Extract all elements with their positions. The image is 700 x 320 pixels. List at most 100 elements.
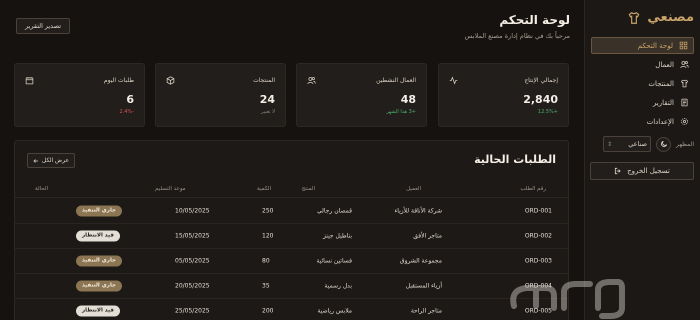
- sidebar-item-products[interactable]: المنتجات: [591, 75, 694, 92]
- stat-label: المنتجات: [253, 77, 275, 84]
- box-icon: [166, 76, 175, 85]
- status-cell: جاري التنفيذ: [76, 255, 122, 267]
- haraj-watermark-logo: [510, 279, 625, 319]
- logout-label: تسجيل الخروج: [627, 167, 670, 175]
- appearance-label: المظهر: [676, 140, 694, 148]
- sidebar-item-label: الإعدادات: [646, 117, 674, 126]
- order-id-cell: ORD-003: [524, 257, 552, 265]
- status-cell: قيد الانتظار: [76, 305, 120, 317]
- table-row[interactable]: ORD-002 متاجر الأفق بناطيل جينز 120 15/05/20…: [15, 224, 568, 249]
- page-subtitle: مرحباً بك في نظام إدارة مصنع الملابس: [464, 32, 571, 40]
- page-title: لوحة التحكم: [499, 13, 570, 27]
- arrow-left-icon: [33, 158, 38, 163]
- stat-value: 48: [400, 93, 416, 106]
- product-cell: قمصان رجالي: [317, 207, 352, 215]
- stat-note: لا تغيير: [260, 109, 275, 115]
- column-header-delivery-date: موعد التسليم: [155, 186, 186, 192]
- orders-title: الطلبات الحالية: [474, 153, 556, 166]
- sidebar-item-label: التقارير: [652, 98, 674, 107]
- column-header-customer: العميل: [406, 186, 421, 192]
- customer-cell: متاجر الأفق: [413, 232, 442, 240]
- sidebar-item-workers[interactable]: العمال: [591, 56, 694, 73]
- shirt-icon: [681, 79, 688, 88]
- product-cell: بدل رسمية: [324, 282, 352, 290]
- status-badge: جاري التنفيذ: [76, 280, 122, 292]
- column-header-product: المنتج: [301, 186, 315, 192]
- order-id-cell: ORD-001: [524, 207, 552, 215]
- stat-value: 6: [126, 93, 134, 106]
- users-icon: [307, 77, 316, 84]
- theme-toggle[interactable]: [656, 136, 672, 152]
- delivery-date-cell: 05/05/2025: [175, 257, 210, 265]
- product-cell: بناطيل جينز: [323, 232, 352, 240]
- quantity-cell: 200: [262, 307, 274, 315]
- column-header-quantity: الكمية: [257, 186, 272, 192]
- stat-card-total-production: إجمالي الإنتاج 2,840 +12.5%: [438, 63, 569, 127]
- stat-card-products: المنتجات 24 لا تغيير: [155, 63, 286, 127]
- customer-cell: مجموعة الشروق: [399, 257, 442, 265]
- reports-icon: [681, 98, 688, 107]
- stat-note: -2.4%: [119, 109, 134, 115]
- customer-cell: متاجر الراحة: [410, 307, 442, 315]
- quantity-cell: 80: [262, 257, 270, 265]
- customer-cell: شركة الأناقة للأزياء: [394, 207, 442, 215]
- table-row[interactable]: ORD-003 مجموعة الشروق فساتين نسائية 80 05/05…: [15, 249, 568, 274]
- view-all-label: عرض الكل: [41, 158, 70, 164]
- column-header-status: الحالة: [35, 186, 49, 192]
- orders-table-header: رقم الطلب العميل المنتج الكمية موعد التس…: [15, 186, 568, 198]
- shirt-icon: [628, 11, 640, 24]
- quantity-cell: 120: [262, 232, 274, 240]
- stat-value: 24: [259, 93, 275, 106]
- stat-note: +12.5%: [537, 109, 558, 115]
- sidebar-item-label: العمال: [655, 60, 674, 69]
- order-id-cell: ORD-002: [524, 232, 552, 240]
- product-cell: ملابس رياضية: [317, 307, 352, 315]
- delivery-date-cell: 15/05/2025: [175, 232, 210, 240]
- sidebar-item-reports[interactable]: التقارير: [591, 94, 694, 111]
- sidebar-item-dashboard[interactable]: لوحة التحكم: [591, 37, 694, 54]
- logout-button[interactable]: تسجيل الخروج: [590, 162, 694, 180]
- sidebar-item-label: المنتجات: [648, 79, 674, 88]
- table-row[interactable]: ORD-005 متاجر الراحة ملابس رياضية 200 25/05/…: [15, 299, 568, 320]
- chevron-updown-icon: ⇕: [607, 140, 613, 148]
- sidebar-item-label: لوحة التحكم: [637, 41, 673, 50]
- stat-label: إجمالي الإنتاج: [524, 77, 558, 84]
- delivery-date-cell: 10/05/2025: [175, 207, 210, 215]
- delivery-date-cell: 25/05/2025: [175, 307, 210, 315]
- stat-label: العمال النشطين: [376, 77, 416, 84]
- logout-icon: [615, 167, 621, 175]
- status-cell: قيد الانتظار: [76, 230, 120, 242]
- table-row[interactable]: ORD-001 شركة الأناقة للأزياء قمصان رجالي 25…: [15, 199, 568, 224]
- status-cell: جاري التنفيذ: [76, 205, 122, 217]
- column-header-order-id: رقم الطلب: [520, 186, 546, 192]
- quantity-cell: 250: [262, 207, 274, 215]
- status-badge: قيد الانتظار: [76, 230, 120, 242]
- stat-card-today-orders: طلبات اليوم 6 -2.4%: [14, 63, 145, 127]
- brand[interactable]: مصنعي: [591, 10, 694, 25]
- view-all-button[interactable]: عرض الكل: [27, 153, 75, 168]
- theme-select-value: صناعي: [628, 140, 648, 148]
- dashboard-icon: [679, 41, 688, 50]
- sidebar-nav: لوحة التحكم العمال المنتجات التقارير الإ…: [591, 37, 694, 130]
- moon-icon: [660, 140, 667, 147]
- activity-icon: [449, 76, 458, 85]
- settings-icon: [681, 118, 688, 125]
- calendar-icon: [25, 77, 34, 85]
- table-row[interactable]: ORD-004 أزياء المستقبل بدل رسمية 35 20/05/20…: [15, 274, 568, 299]
- stat-value: 2,840: [523, 93, 558, 106]
- quantity-cell: 35: [262, 282, 270, 290]
- appearance-row: المظهر صناعي ⇕: [590, 134, 694, 154]
- sidebar-item-settings[interactable]: الإعدادات: [591, 113, 694, 130]
- theme-select[interactable]: صناعي ⇕: [603, 136, 652, 152]
- stat-note: +3 هذا الشهر: [386, 109, 416, 115]
- brand-name: مصنعي: [647, 10, 694, 25]
- delivery-date-cell: 20/05/2025: [175, 282, 210, 290]
- stat-label: طلبات اليوم: [103, 77, 134, 84]
- customer-cell: أزياء المستقبل: [405, 282, 442, 290]
- users-icon: [680, 61, 689, 68]
- status-badge: قيد الانتظار: [76, 305, 120, 317]
- status-badge: جاري التنفيذ: [76, 255, 122, 267]
- status-badge: جاري التنفيذ: [76, 205, 122, 217]
- export-report-button[interactable]: تصدير التقرير: [16, 18, 70, 34]
- status-cell: جاري التنفيذ: [76, 280, 122, 292]
